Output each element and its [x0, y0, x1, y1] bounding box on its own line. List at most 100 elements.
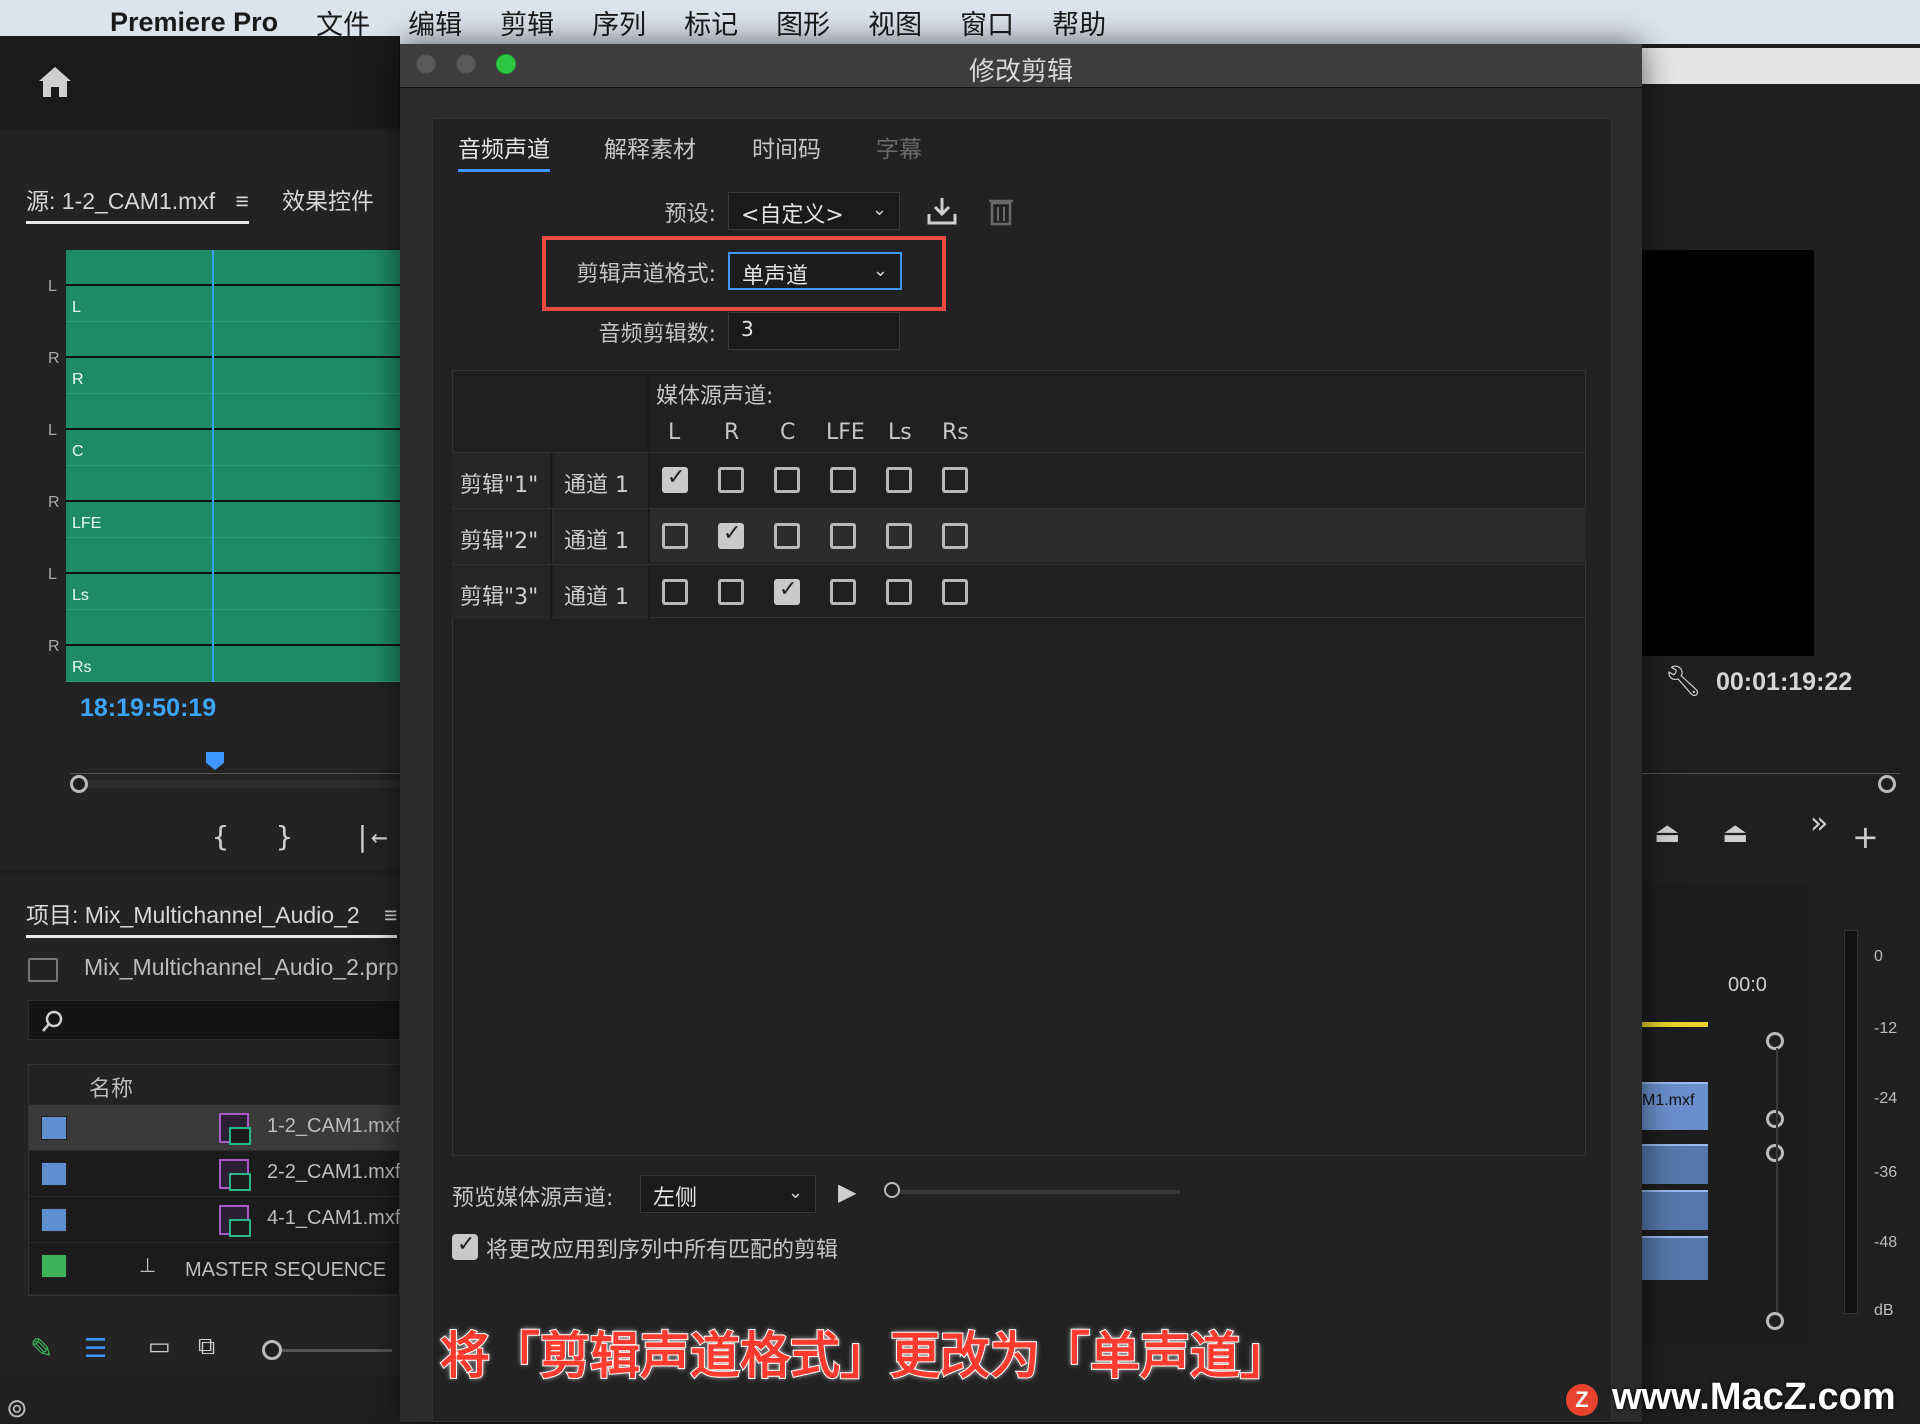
tab-interpret-footage[interactable]: 解释素材 [604, 130, 696, 164]
more-buttons-icon[interactable]: » [1810, 806, 1828, 841]
menu-graphics[interactable]: 图形 [776, 3, 830, 42]
freeform-view-icon[interactable]: ⧉ [198, 1332, 215, 1360]
source-time-ruler[interactable] [70, 752, 400, 774]
audio-clip-count-input[interactable]: 3 [728, 312, 900, 350]
channel-checkbox[interactable] [718, 579, 744, 605]
menu-sequence[interactable]: 序列 [592, 3, 646, 42]
tab-timecode[interactable]: 时间码 [752, 130, 821, 164]
channel-checkbox[interactable] [830, 579, 856, 605]
panel-menu-icon[interactable]: ≡ [384, 902, 397, 928]
preview-channel-dropdown[interactable]: 左侧 ⌄ [640, 1175, 816, 1213]
track-scroll-handle[interactable] [1766, 1144, 1784, 1162]
menu-clip[interactable]: 剪辑 [500, 3, 554, 42]
track-scrollbar[interactable] [1776, 1048, 1778, 1312]
timeline-timecode[interactable]: 00:0 [1728, 974, 1767, 997]
folder-up-icon[interactable] [28, 958, 58, 982]
program-time-ruler[interactable] [1640, 752, 1900, 774]
tab-source[interactable]: 源: 1-2_CAM1.mxf ≡ [26, 182, 249, 224]
track-scroll-handle[interactable] [1766, 1312, 1784, 1330]
wrench-icon[interactable]: 🔧︎ [1664, 664, 1702, 699]
channel-checkbox[interactable] [830, 523, 856, 549]
lift-icon[interactable]: ⏏ [1654, 816, 1680, 849]
scroll-handle[interactable] [1878, 775, 1896, 793]
track-scroll-handle[interactable] [1766, 1110, 1784, 1128]
panel-menu-icon[interactable]: ≡ [236, 188, 249, 214]
creative-cloud-icon[interactable]: ⊚ [6, 1394, 28, 1424]
home-icon[interactable] [36, 64, 74, 100]
preset-dropdown[interactable]: <自定义> ⌄ [728, 192, 900, 230]
channel-checkbox[interactable] [662, 465, 688, 493]
menu-view[interactable]: 视图 [868, 3, 922, 42]
mark-out-button[interactable]: } [276, 820, 293, 853]
channel-header-r: R [724, 420, 740, 445]
menu-help[interactable]: 帮助 [1052, 3, 1106, 42]
audio-waveform[interactable]: L R C LFE Ls Rs [66, 250, 400, 682]
waveform-channel: Ls [66, 538, 400, 610]
list-item[interactable]: ⊥ MASTER SEQUENCE [29, 1243, 401, 1295]
menu-app-name[interactable]: Premiere Pro [110, 7, 278, 38]
tab-audio-channels[interactable]: 音频声道 [458, 130, 550, 172]
source-playhead[interactable] [212, 250, 214, 682]
tab-source-label: 源: 1-2_CAM1.mxf [26, 188, 216, 214]
channel-checkbox[interactable] [886, 523, 912, 549]
search-icon [42, 1010, 63, 1032]
save-preset-icon[interactable] [926, 196, 958, 226]
menu-window[interactable]: 窗口 [960, 3, 1014, 42]
channel-checkbox[interactable] [886, 579, 912, 605]
tab-captions[interactable]: 字幕 [876, 130, 922, 164]
channel-checkbox[interactable] [662, 523, 688, 549]
timeline-audio-clip[interactable] [1642, 1236, 1708, 1280]
pencil-icon[interactable]: ✎ [30, 1332, 53, 1365]
channel-checkbox[interactable] [830, 467, 856, 493]
preview-scrubber-handle[interactable] [884, 1182, 900, 1198]
program-timecode[interactable]: 00:01:19:22 [1716, 668, 1852, 697]
timeline-audio-clip[interactable] [1642, 1190, 1708, 1230]
channel-checkbox[interactable] [718, 521, 744, 549]
play-icon[interactable]: ▶ [838, 1178, 856, 1206]
extract-icon[interactable]: ⏏ [1722, 816, 1748, 849]
list-item[interactable]: 1-2_CAM1.mxf [29, 1105, 401, 1151]
channel-checkbox[interactable] [942, 523, 968, 549]
project-search-input[interactable] [28, 1000, 400, 1040]
label-color-swatch[interactable] [41, 1254, 67, 1278]
zoom-slider-handle[interactable] [262, 1340, 282, 1360]
channel-checkbox[interactable] [886, 467, 912, 493]
preview-scrubber-track[interactable] [890, 1190, 1180, 1194]
menu-markers[interactable]: 标记 [684, 3, 738, 42]
delete-preset-icon[interactable] [988, 196, 1014, 226]
work-area-bar[interactable] [1640, 1022, 1708, 1027]
channel-checkbox[interactable] [942, 467, 968, 493]
scroll-handle[interactable] [70, 775, 88, 793]
tab-project[interactable]: 项目: Mix_Multichannel_Audio_2 ≡ [26, 896, 398, 938]
channel-checkbox[interactable] [774, 577, 800, 605]
channel-checkbox[interactable] [774, 467, 800, 493]
track-scroll-handle[interactable] [1766, 1032, 1784, 1050]
label-color-swatch[interactable] [41, 1116, 67, 1140]
channel-format-dropdown[interactable]: 单声道 ⌄ [728, 252, 902, 290]
source-timecode[interactable]: 18:19:50:19 [80, 694, 216, 723]
icon-view-icon[interactable]: ▭ [148, 1332, 171, 1360]
timeline-audio-clip[interactable] [1642, 1144, 1708, 1184]
list-item[interactable]: 2-2_CAM1.mxf [29, 1151, 401, 1197]
list-item[interactable]: 4-1_CAM1.mxf [29, 1197, 401, 1243]
menu-edit[interactable]: 编辑 [408, 3, 462, 42]
label-color-swatch[interactable] [41, 1162, 67, 1186]
channel-checkbox[interactable] [942, 579, 968, 605]
channel-checkbox[interactable] [774, 523, 800, 549]
clip-channel-cell: 通道 1 [554, 509, 650, 563]
add-button-icon[interactable]: + [1852, 818, 1879, 856]
program-video-frame [1642, 250, 1814, 656]
go-to-in-button[interactable]: |← [354, 820, 388, 853]
source-zoom-scrollbar[interactable] [70, 780, 400, 788]
apply-all-checkbox[interactable] [452, 1232, 478, 1260]
macz-logo-icon: Z [1566, 1384, 1598, 1416]
channel-checkbox[interactable] [662, 579, 688, 605]
mark-in-button[interactable]: { [212, 820, 229, 853]
tab-effect-controls[interactable]: 效果控件 [282, 182, 374, 216]
label-color-swatch[interactable] [41, 1208, 67, 1232]
playhead-marker-icon[interactable] [206, 752, 224, 770]
list-view-icon[interactable]: ☰ [84, 1334, 107, 1364]
zoom-slider-track[interactable] [282, 1349, 392, 1352]
column-name-header[interactable]: 名称 [89, 1071, 133, 1103]
channel-checkbox[interactable] [718, 467, 744, 493]
